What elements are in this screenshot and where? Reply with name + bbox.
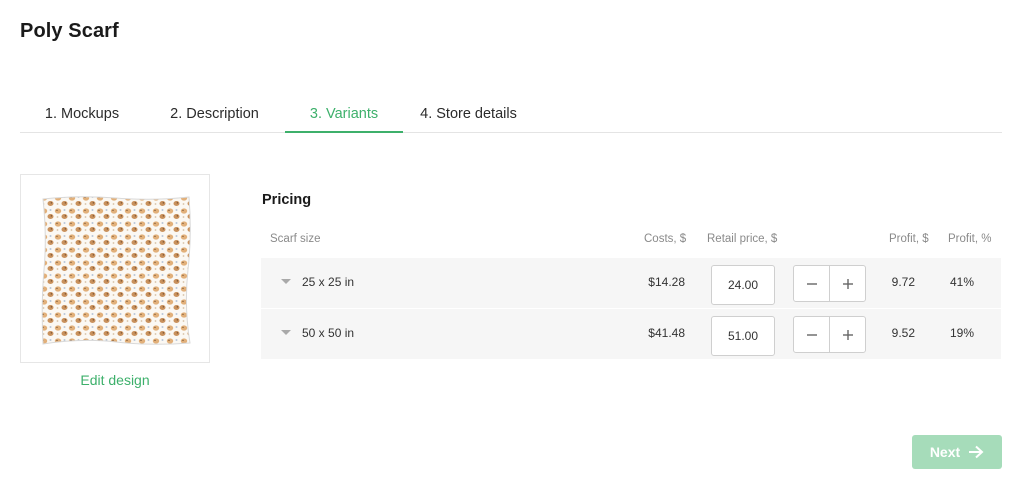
tab-bar: 1. Mockups 2. Description 3. Variants 4.…: [20, 96, 1002, 133]
header-costs: Costs, $: [644, 233, 687, 245]
price-stepper: [793, 316, 866, 353]
profit-usd-value: 9.72: [891, 275, 915, 289]
tab-variants[interactable]: 3. Variants: [285, 96, 403, 133]
plus-icon: [843, 278, 853, 289]
header-scarf-size: Scarf size: [270, 233, 321, 245]
cost-value: $14.28: [648, 275, 685, 289]
page-title: Poly Scarf: [20, 20, 119, 42]
pricing-title: Pricing: [262, 192, 312, 208]
edit-design-link[interactable]: Edit design: [20, 372, 210, 388]
product-preview: [20, 174, 210, 363]
plus-icon: [843, 329, 853, 340]
increase-price-button[interactable]: [830, 266, 866, 301]
header-profit-pct: Profit, %: [948, 233, 992, 245]
retail-price-input[interactable]: [711, 316, 775, 356]
cost-value: $41.48: [648, 326, 685, 340]
scarf-size-value: 50 x 50 in: [302, 326, 355, 340]
header-retail-price: Retail price, $: [707, 233, 778, 245]
tab-mockups[interactable]: 1. Mockups: [20, 96, 144, 133]
scarf-mockup-image: [41, 196, 191, 345]
table-row: 25 x 25 in $14.28 9.72 41%: [261, 258, 1001, 308]
next-button[interactable]: Next: [912, 435, 1002, 469]
caret-down-icon[interactable]: [281, 279, 291, 284]
profit-pct-value: 19%: [949, 326, 975, 340]
decrease-price-button[interactable]: [794, 266, 830, 301]
minus-icon: [806, 333, 817, 336]
decrease-price-button[interactable]: [794, 317, 830, 352]
profit-pct-value: 41%: [949, 275, 975, 289]
profit-usd-value: 9.52: [891, 326, 915, 340]
table-row: 50 x 50 in $41.48 9.52 19%: [261, 309, 1001, 359]
minus-icon: [806, 282, 817, 285]
increase-price-button[interactable]: [830, 317, 866, 352]
price-stepper: [793, 265, 866, 302]
tab-description[interactable]: 2. Description: [144, 96, 285, 133]
header-profit-usd: Profit, $: [889, 233, 929, 245]
retail-price-input[interactable]: [711, 265, 775, 305]
caret-down-icon[interactable]: [281, 330, 291, 335]
scarf-size-value: 25 x 25 in: [302, 275, 355, 289]
arrow-right-icon: [969, 445, 984, 459]
next-button-label: Next: [929, 444, 961, 460]
tab-store-details[interactable]: 4. Store details: [403, 96, 534, 133]
